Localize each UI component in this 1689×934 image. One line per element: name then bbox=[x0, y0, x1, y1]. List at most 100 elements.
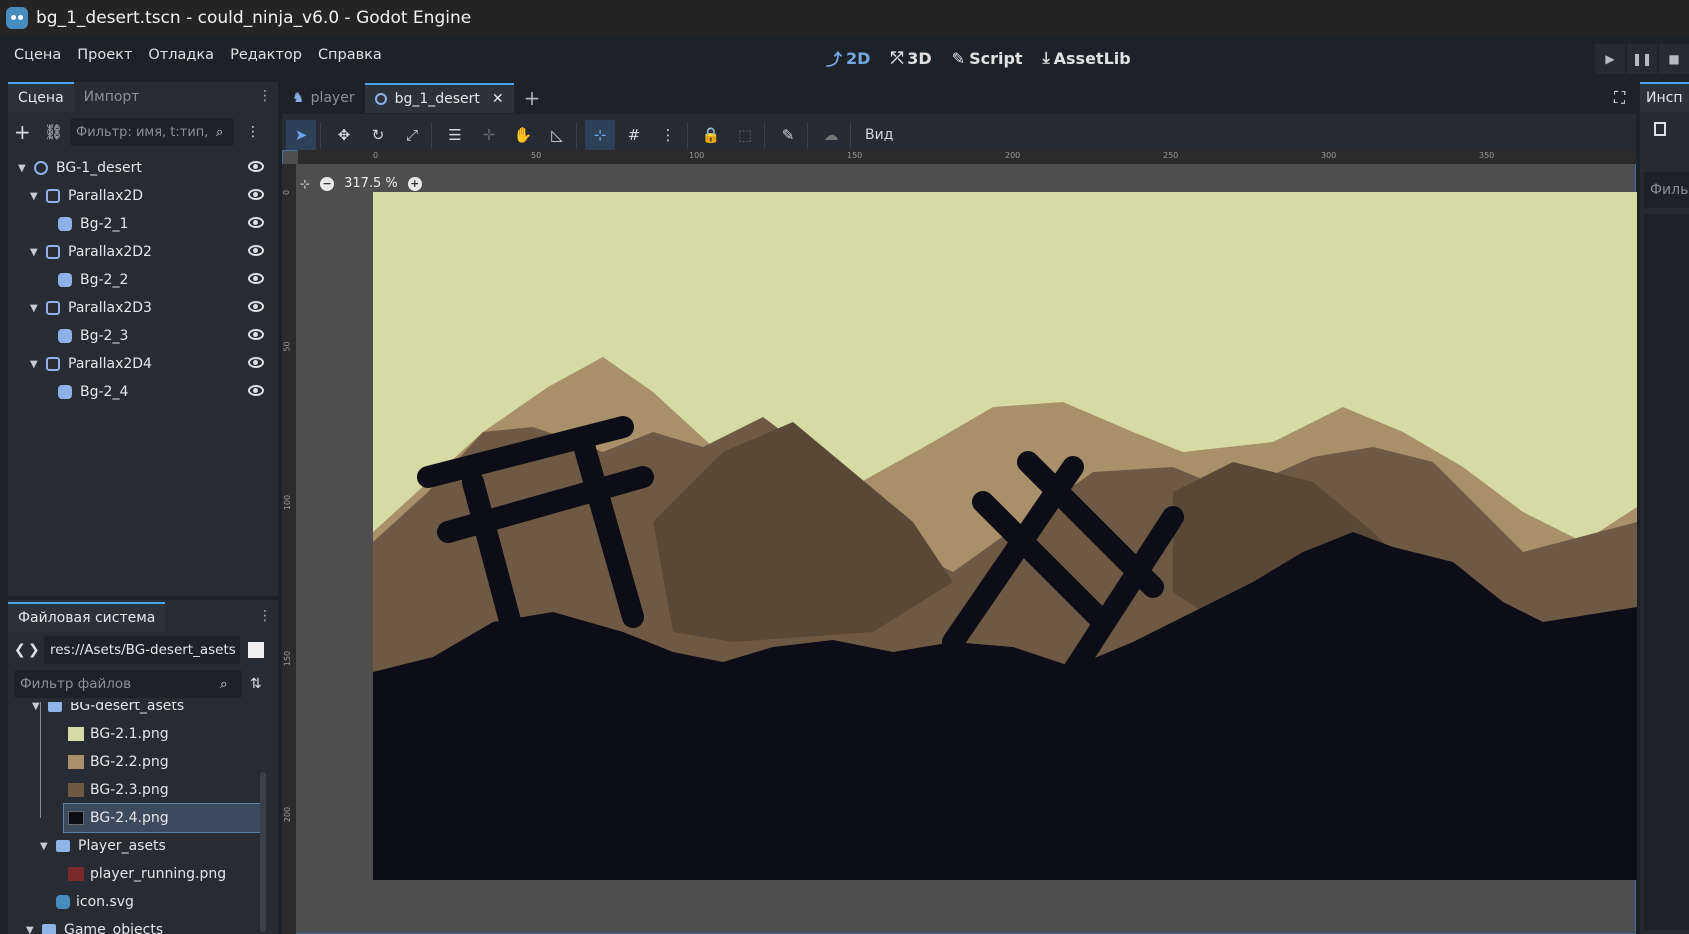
pause-icon[interactable]: ❚❚ bbox=[1627, 44, 1657, 74]
add-scene-tab-icon[interactable]: + bbox=[514, 83, 551, 113]
menu-debug[interactable]: Отладка bbox=[140, 47, 222, 63]
move-tool-icon[interactable]: ✥ bbox=[329, 120, 359, 150]
stop-icon[interactable]: ■ bbox=[1659, 44, 1689, 74]
tree-row-bg24[interactable]: Bg-2_4 bbox=[8, 378, 278, 406]
list-select-icon[interactable]: ☰ bbox=[440, 120, 470, 150]
tab-import[interactable]: Импорт bbox=[74, 82, 150, 112]
menu-editor[interactable]: Редактор bbox=[222, 47, 310, 63]
tree-row-parallax2d3[interactable]: ▼ Parallax2D3 bbox=[8, 294, 278, 322]
tab-inspector[interactable]: Инсп bbox=[1640, 82, 1689, 112]
group-icon[interactable]: ⬚ bbox=[730, 120, 760, 150]
visibility-eye-icon[interactable] bbox=[248, 245, 264, 256]
menu-project[interactable]: Проект bbox=[69, 47, 140, 63]
scene-filter-input[interactable]: Фильтр: имя, t:тип, g ⌕ bbox=[70, 118, 234, 146]
visibility-eye-icon[interactable] bbox=[248, 273, 264, 284]
fs-item-bg24[interactable]: BG-2.4.png bbox=[63, 803, 261, 833]
inspector-filter-input[interactable]: Филь bbox=[1644, 172, 1689, 208]
fs-item-player-asets[interactable]: ▼ Player_asets bbox=[14, 832, 266, 860]
workspace-script-button[interactable]: ✎ Script bbox=[952, 46, 1023, 70]
tab-player[interactable]: ♞ player bbox=[282, 83, 365, 113]
ruler-tool-icon[interactable]: ◺ bbox=[542, 120, 572, 150]
workspace-3d-button[interactable]: ⤱ 3D bbox=[890, 46, 931, 70]
tree-row-bg21[interactable]: Bg-2_1 bbox=[8, 210, 278, 238]
fs-item-bg22[interactable]: BG-2.2.png bbox=[14, 748, 266, 776]
visibility-eye-icon[interactable] bbox=[248, 357, 264, 368]
snap-options-icon[interactable]: ⋮ bbox=[653, 120, 683, 150]
folder-icon bbox=[48, 702, 62, 712]
visibility-eye-icon[interactable] bbox=[248, 385, 264, 396]
tree-row-bg1desert[interactable]: ▼ BG-1_desert bbox=[8, 154, 278, 182]
lock-icon[interactable]: 🔒 bbox=[696, 120, 726, 150]
back-icon[interactable]: ❮ bbox=[14, 642, 28, 658]
sort-icon[interactable]: ⇅ bbox=[250, 676, 262, 692]
new-resource-icon[interactable] bbox=[1654, 122, 1666, 136]
window-titlebar: bg_1_desert.tscn - could_ninja_v6.0 - Go… bbox=[0, 0, 1689, 36]
pan-tool-icon[interactable]: ✋ bbox=[508, 120, 538, 150]
pivot-tool-icon[interactable]: ✛ bbox=[474, 120, 504, 150]
fs-item-game-objects[interactable]: ▼ Game_objects bbox=[14, 916, 266, 934]
workspace-2d-button[interactable]: ⤴ 2D bbox=[826, 46, 870, 70]
bone-icon[interactable]: ✎ bbox=[773, 120, 803, 150]
chevron-down-icon[interactable]: ▼ bbox=[18, 163, 32, 174]
fs-item-bg21[interactable]: BG-2.1.png bbox=[14, 720, 266, 748]
fs-item-bg23[interactable]: BG-2.3.png bbox=[14, 776, 266, 804]
workspace-assetlib-button[interactable]: ⤓ AssetLib bbox=[1043, 46, 1131, 70]
visibility-eye-icon[interactable] bbox=[248, 217, 264, 228]
split-view-icon[interactable] bbox=[248, 642, 264, 658]
fs-item-bg-desert-asets[interactable]: ▼ BG-desert_asets bbox=[14, 702, 266, 720]
center-view-icon[interactable]: ⊹ bbox=[300, 177, 310, 191]
scale-tool-icon[interactable]: ⤢ bbox=[397, 120, 427, 150]
tab-scene[interactable]: Сцена bbox=[8, 82, 74, 112]
zoom-out-icon[interactable]: − bbox=[320, 176, 335, 191]
chevron-down-icon[interactable]: ▼ bbox=[30, 303, 44, 314]
chevron-down-icon[interactable]: ▼ bbox=[30, 247, 44, 258]
search-icon: ⌕ bbox=[220, 676, 228, 692]
add-node-icon[interactable]: + bbox=[14, 120, 38, 144]
image-thumb-icon bbox=[68, 867, 84, 881]
tree-row-bg23[interactable]: Bg-2_3 bbox=[8, 322, 278, 350]
scene-canvas[interactable] bbox=[373, 192, 1637, 880]
fs-path-input[interactable]: res://Asets/BG-desert_asets bbox=[44, 636, 240, 664]
chevron-down-icon[interactable]: ▼ bbox=[40, 841, 54, 852]
more-icon[interactable]: ⋮ bbox=[246, 124, 260, 140]
cloud-icon[interactable]: ☁ bbox=[816, 120, 846, 150]
zoom-in-icon[interactable]: + bbox=[407, 176, 422, 191]
fs-scrollbar[interactable] bbox=[260, 772, 266, 932]
select-tool-icon[interactable]: ➤ bbox=[286, 120, 316, 150]
tree-row-parallax2d[interactable]: ▼ Parallax2D bbox=[8, 182, 278, 210]
smart-snap-icon[interactable]: ⊹ bbox=[585, 120, 615, 150]
chevron-down-icon[interactable]: ▼ bbox=[32, 702, 46, 712]
grid-snap-icon[interactable]: # bbox=[619, 120, 649, 150]
fs-item-player-running[interactable]: player_running.png bbox=[14, 860, 266, 888]
tab-bg1desert[interactable]: bg_1_desert ✕ bbox=[364, 83, 514, 113]
visibility-eye-icon[interactable] bbox=[248, 189, 264, 200]
dock-menu-icon[interactable]: ⋮ bbox=[258, 88, 272, 104]
forward-icon[interactable]: ❯ bbox=[28, 642, 44, 658]
visibility-eye-icon[interactable] bbox=[248, 329, 264, 340]
ruler-tick-label: 0 bbox=[373, 151, 379, 160]
ruler-tick-label: 250 bbox=[1163, 151, 1179, 160]
link-icon[interactable]: ⛓ bbox=[44, 123, 70, 141]
tree-row-bg22[interactable]: Bg-2_2 bbox=[8, 266, 278, 294]
tree-row-parallax2d2[interactable]: ▼ Parallax2D2 bbox=[8, 238, 278, 266]
chevron-down-icon[interactable]: ▼ bbox=[26, 925, 40, 934]
fs-filter-input[interactable]: Фильтр файлов ⌕ bbox=[14, 670, 242, 698]
chevron-down-icon[interactable]: ▼ bbox=[30, 191, 44, 202]
visibility-eye-icon[interactable] bbox=[248, 161, 264, 172]
close-icon[interactable]: ✕ bbox=[492, 91, 504, 107]
tree-row-parallax2d4[interactable]: ▼ Parallax2D4 bbox=[8, 350, 278, 378]
visibility-eye-icon[interactable] bbox=[248, 301, 264, 312]
fullscreen-icon[interactable]: ⛶ bbox=[1614, 88, 1625, 108]
tab-filesystem[interactable]: Файловая система bbox=[8, 602, 166, 632]
fs-item-label: BG-2.1.png bbox=[90, 726, 169, 742]
dock-menu-icon[interactable]: ⋮ bbox=[258, 608, 272, 624]
menu-help[interactable]: Справка bbox=[310, 47, 390, 63]
zoom-level[interactable]: 317.5 % bbox=[344, 176, 398, 191]
chevron-down-icon[interactable]: ▼ bbox=[30, 359, 44, 370]
rotate-tool-icon[interactable]: ↻ bbox=[363, 120, 393, 150]
view-menu-button[interactable]: Вид bbox=[855, 127, 903, 143]
play-icon[interactable]: ▶ bbox=[1595, 44, 1625, 74]
fs-item-icon-svg[interactable]: icon.svg bbox=[14, 888, 266, 916]
run-controls: ▶ ❚❚ ■ bbox=[1593, 44, 1689, 74]
menu-scene[interactable]: Сцена bbox=[6, 47, 69, 63]
